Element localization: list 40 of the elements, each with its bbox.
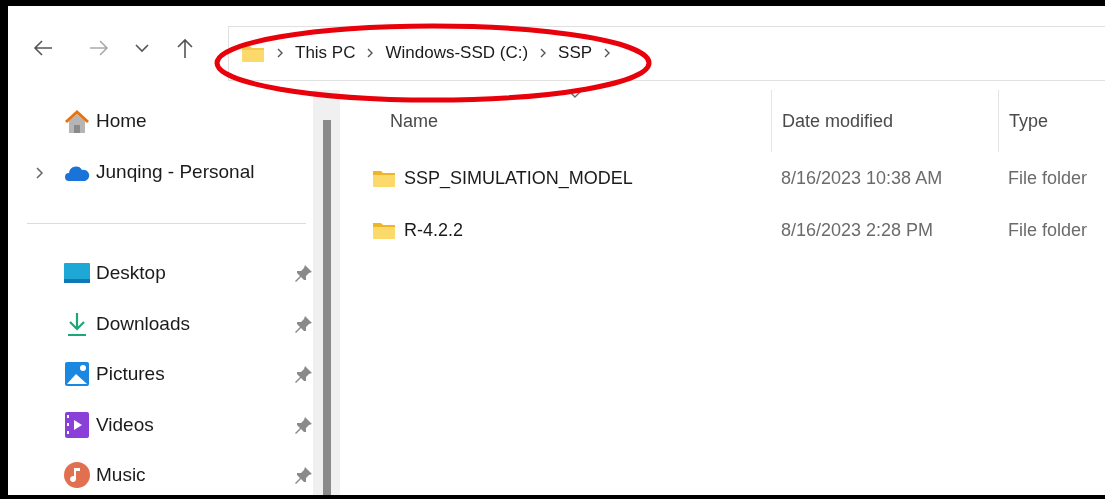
table-cell: 8/16/2023 10:38 AM	[781, 167, 943, 188]
pin-icon[interactable]	[295, 314, 313, 333]
table-cell: File folder	[1008, 167, 1088, 188]
nav-item[interactable]: Downloads	[96, 309, 289, 338]
desktop-icon	[64, 262, 90, 285]
nav-item[interactable]: Home	[96, 107, 147, 136]
nav-item[interactable]: Music	[96, 461, 289, 490]
file-name[interactable]: R-4.2.2	[404, 216, 464, 244]
chevron-right-icon	[276, 47, 284, 59]
breadcrumb-item[interactable]: SSP	[558, 40, 593, 66]
house-icon	[64, 108, 90, 135]
breadcrumb-item[interactable]: This PC	[295, 40, 356, 66]
picture-icon	[65, 362, 89, 387]
nav-item[interactable]: Junqing - Personal	[96, 158, 255, 187]
video-icon	[65, 411, 89, 438]
column-header[interactable]: Name	[390, 107, 438, 135]
table-cell: 8/16/2023 2:28 PM	[781, 219, 934, 240]
nav-item[interactable]: Pictures	[96, 360, 289, 389]
chevron-right-icon[interactable]	[34, 165, 44, 180]
pin-icon[interactable]	[295, 466, 313, 485]
file-name[interactable]: SSP_SIMULATION_MODEL	[404, 164, 633, 192]
chevron-down-icon[interactable]	[134, 43, 150, 53]
chevron-right-icon	[603, 47, 612, 59]
address-bar[interactable]: This PC Windows-SSD (C:) SSP	[228, 25, 1105, 81]
table-cell: File folder	[1008, 219, 1088, 240]
pin-icon[interactable]	[295, 264, 313, 283]
breadcrumb-item[interactable]: Windows-SSD (C:)	[385, 40, 529, 66]
folder-icon	[241, 43, 265, 63]
nav-item[interactable]: Videos	[96, 410, 289, 439]
music-icon	[64, 462, 90, 489]
column-header[interactable]: Type	[1009, 107, 1049, 135]
pin-icon[interactable]	[295, 415, 313, 434]
column-header[interactable]: Date modified	[782, 107, 894, 135]
chevron-right-icon	[366, 47, 375, 59]
chevron-right-icon	[539, 47, 548, 59]
scrollbar[interactable]	[313, 90, 340, 495]
nav-item[interactable]: Desktop	[96, 259, 289, 288]
pin-icon[interactable]	[295, 365, 313, 384]
folder-icon	[372, 168, 396, 188]
folder-icon	[372, 220, 396, 240]
